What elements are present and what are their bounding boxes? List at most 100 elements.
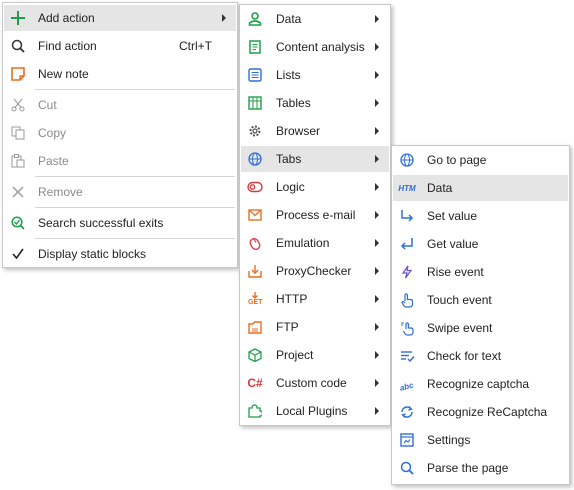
tabs-submenu: Go to page HTM Data Set value Get value … [391,145,570,485]
submenu-arrow-icon [375,267,379,275]
user-data-icon [247,11,263,27]
menu-item-label: Data [276,12,302,26]
hand-touch-icon [399,292,415,308]
menu-item-set-value[interactable]: Set value [393,203,568,229]
html-icon: HTM [397,180,417,196]
menu-item-label: Swipe event [427,321,493,335]
menu-item-add-action[interactable]: Add action [4,5,236,31]
submenu-arrow-icon [375,43,379,51]
menu-item-local-plugins[interactable]: Local Plugins [241,398,389,424]
menu-item-label: New note [38,67,89,81]
menu-item-label: Go to page [427,153,487,167]
gear-icon [247,123,263,139]
menu-item-proxychecker[interactable]: ProxyChecker [241,258,389,284]
menu-item-recognize-recaptcha[interactable]: Recognize ReCaptcha [393,399,568,425]
menu-item-process-email[interactable]: Process e-mail [241,202,389,228]
submenu-arrow-icon [375,99,379,107]
menu-item-label: Display static blocks [38,247,147,261]
menu-item-custom-code[interactable]: C# Custom code [241,370,389,396]
envelope-icon [247,207,263,223]
html-icon-text: HTM [398,183,416,193]
menu-item-paste[interactable]: Paste [4,148,236,174]
http-get-icon: GET [247,291,263,307]
menu-item-touch-event[interactable]: Touch event [393,287,568,313]
menu-item-rise-event[interactable]: Rise event [393,259,568,285]
lightning-icon [399,264,415,280]
menu-item-data[interactable]: Data [241,6,389,32]
menu-item-label: Logic [276,180,305,194]
note-icon [10,66,26,82]
submenu-arrow-icon [375,183,379,191]
menu-item-remove[interactable]: Remove [4,179,236,205]
menu-item-label: Tables [276,96,311,110]
menu-item-label: Settings [427,433,471,447]
globe-icon [247,151,263,167]
menu-item-browser[interactable]: Browser [241,118,389,144]
menu-item-label: Parse the page [427,461,509,475]
menu-item-label: Rise event [427,265,484,279]
menu-item-label: Browser [276,124,321,138]
menu-item-label: Get value [427,237,479,251]
menu-item-tabs-data[interactable]: HTM Data [393,175,568,201]
menu-item-label: Check for text [427,349,502,363]
mouse-icon [247,235,263,251]
menu-item-label: Copy [38,126,67,140]
scissors-icon [10,97,26,113]
menu-item-recognize-captcha[interactable]: abc Recognize captcha [393,371,568,397]
menu-item-label: Touch event [427,293,492,307]
remove-x-icon [10,184,26,200]
menu-item-label: Paste [38,154,69,168]
menu-item-parse-the-page[interactable]: Parse the page [393,455,568,481]
http-get-icon-text: GET [248,299,263,306]
puzzle-icon [247,403,263,419]
menu-item-label: Recognize captcha [427,377,530,391]
submenu-arrow-icon [375,127,379,135]
menu-item-new-note[interactable]: New note [4,61,236,87]
menu-item-label: Data [427,181,453,195]
add-action-submenu: Data Content analysis Lists Tables Brows… [239,4,391,426]
text-check-icon [399,348,415,364]
csharp-icon: C# [247,375,263,391]
menu-item-get-value[interactable]: Get value [393,231,568,257]
menu-item-ftp[interactable]: FTP [241,314,389,340]
arrow-get-icon [399,236,415,252]
menu-separator [35,176,235,177]
menu-item-label: ProxyChecker [276,264,352,278]
menu-item-content-analysis[interactable]: Content analysis [241,34,389,60]
cube-icon [247,347,263,363]
menu-item-cut[interactable]: Cut [4,92,236,118]
menu-item-label: Process e-mail [276,208,356,222]
menu-item-lists[interactable]: Lists [241,62,389,88]
menu-item-label: Custom code [276,376,347,390]
menu-item-find-action[interactable]: Find action Ctrl+T [4,33,236,59]
submenu-arrow-icon [375,351,379,359]
globe-icon [399,152,415,168]
menu-item-label: Lists [276,68,301,82]
menu-item-label: Emulation [276,236,330,250]
arrow-set-icon [399,208,415,224]
menu-item-settings[interactable]: Settings [393,427,568,453]
menu-item-logic[interactable]: Logic [241,174,389,200]
menu-item-display-static-blocks[interactable]: Display static blocks [4,241,236,267]
menu-item-swipe-event[interactable]: Swipe event [393,315,568,341]
menu-separator [35,89,235,90]
ftp-icon [247,319,263,335]
menu-item-tables[interactable]: Tables [241,90,389,116]
recaptcha-icon [399,404,415,420]
menu-item-emulation[interactable]: Emulation [241,230,389,256]
menu-item-copy[interactable]: Copy [4,120,236,146]
menu-item-project[interactable]: Project [241,342,389,368]
menu-item-search-successful-exits[interactable]: Search successful exits [4,210,236,236]
submenu-arrow-icon [375,211,379,219]
submenu-arrow-icon [375,407,379,415]
captcha-icon: abc [399,376,415,392]
search-icon [399,460,415,476]
menu-item-go-to-page[interactable]: Go to page [393,147,568,173]
menu-item-http[interactable]: GET HTTP [241,286,389,312]
table-icon [247,95,263,111]
menu-item-check-for-text[interactable]: Check for text [393,343,568,369]
paste-icon [10,153,26,169]
toggle-icon [247,179,263,195]
menu-item-tabs[interactable]: Tabs [241,146,389,172]
submenu-arrow-icon [375,15,379,23]
